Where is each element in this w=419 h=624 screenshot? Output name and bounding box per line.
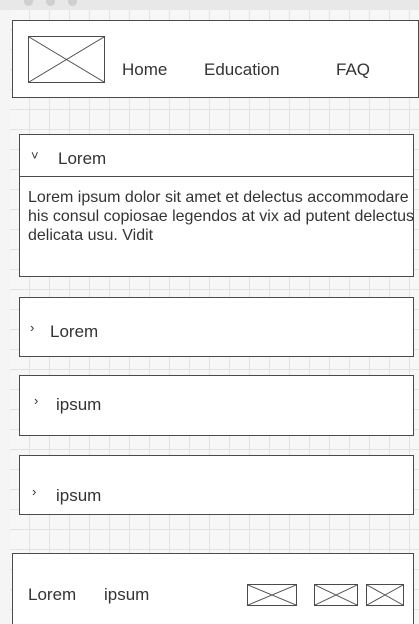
image-placeholder-icon (248, 585, 296, 605)
nav-home-link[interactable]: Home (122, 60, 167, 80)
accordion-title-4: ipsum (56, 486, 102, 505)
footer-link-1[interactable]: Lorem (28, 585, 76, 605)
chevron-right-icon: › (30, 320, 35, 335)
image-placeholder-icon (367, 585, 403, 605)
accordion-title-3: ipsum (56, 395, 102, 414)
window-maximize-dot[interactable] (68, 0, 77, 6)
nav-faq-link[interactable]: FAQ (336, 60, 370, 80)
image-placeholder-icon (29, 37, 104, 82)
footer-image-placeholder-1[interactable] (247, 584, 297, 606)
footer-image-placeholder-3[interactable] (366, 584, 404, 606)
window-minimize-dot[interactable] (46, 0, 55, 6)
footer-image-placeholder-2[interactable] (314, 584, 358, 606)
accordion-title-2: Lorem (50, 322, 99, 341)
image-placeholder-icon (315, 585, 357, 605)
accordion-body-text: Lorem ipsum dolor sit amet et delectus a… (28, 189, 415, 244)
nav-education-link[interactable]: Education (204, 60, 280, 80)
chevron-down-icon: ˅ (31, 148, 39, 163)
browser-window: Home Education FAQ ˅ Lorem Lorem ipsum d… (0, 0, 419, 624)
title-bar (0, 0, 419, 10)
window-close-dot[interactable] (24, 0, 33, 6)
accordion-title-1: Lorem (58, 149, 107, 168)
logo-image-placeholder[interactable] (28, 36, 105, 83)
accordion-item-4[interactable] (19, 455, 414, 515)
chevron-right-icon: › (32, 484, 37, 499)
chevron-right-icon: › (34, 393, 39, 408)
accordion-divider (19, 176, 414, 177)
footer-link-2[interactable]: ipsum (104, 585, 149, 605)
